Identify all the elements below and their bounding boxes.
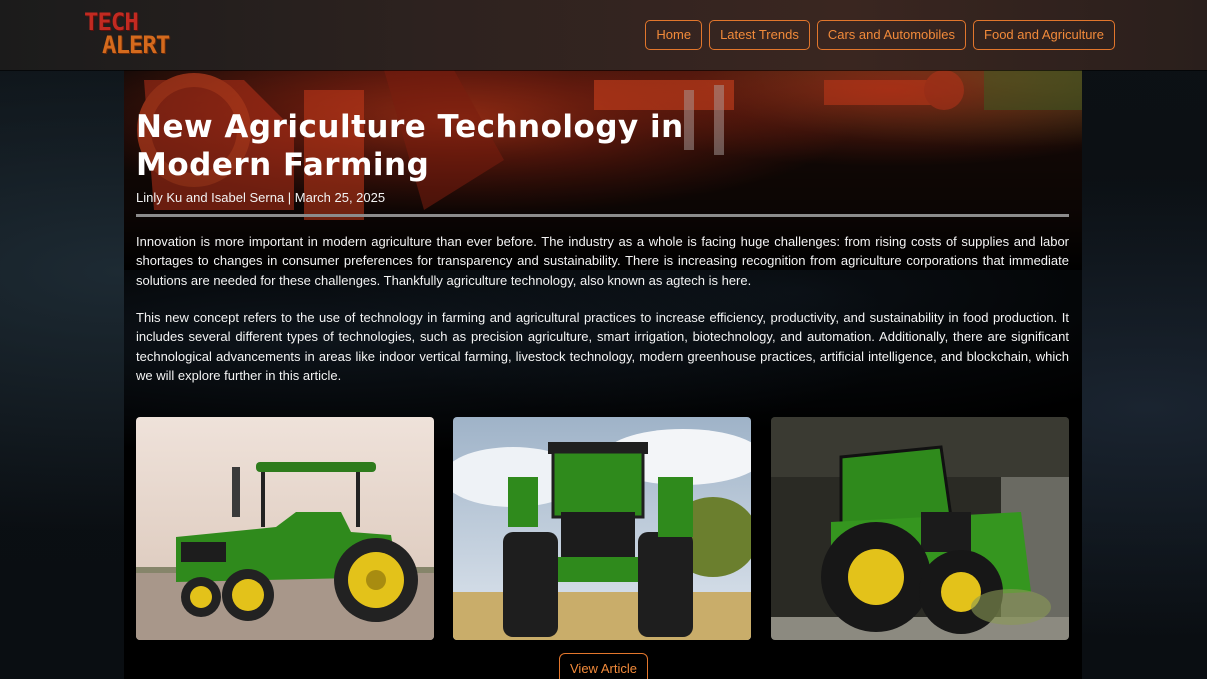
article-byline: Linly Ku and Isabel Serna | March 25, 20… — [136, 190, 386, 205]
nav-home[interactable]: Home — [645, 20, 703, 50]
logo-line-alert: ALERT — [102, 31, 170, 59]
site-logo[interactable]: TECH ALERT — [84, 10, 184, 59]
tractor-photo-barn — [771, 417, 1069, 640]
nav-cars-and-automobiles[interactable]: Cars and Automobiles — [816, 20, 967, 50]
article-title: New Agriculture Technology in Modern Far… — [136, 109, 684, 183]
view-article-button[interactable]: View Article — [559, 653, 648, 679]
nav-latest-trends[interactable]: Latest Trends — [709, 20, 810, 50]
tractor-photo-side-view — [136, 417, 434, 640]
tractor-photo-front-view — [453, 417, 751, 640]
site-header: TECH ALERT Home Latest Trends Cars and A… — [0, 0, 1207, 70]
main-nav: Home Latest Trends Cars and Automobiles … — [645, 20, 1115, 50]
article-paragraph-2: This new concept refers to the use of te… — [136, 310, 1069, 383]
nav-food-and-agriculture[interactable]: Food and Agriculture — [973, 20, 1115, 50]
article-card: New Agriculture Technology in Modern Far… — [124, 70, 1082, 679]
article-paragraph-1: Innovation is more important in modern a… — [136, 234, 1069, 288]
title-divider — [136, 214, 1069, 217]
